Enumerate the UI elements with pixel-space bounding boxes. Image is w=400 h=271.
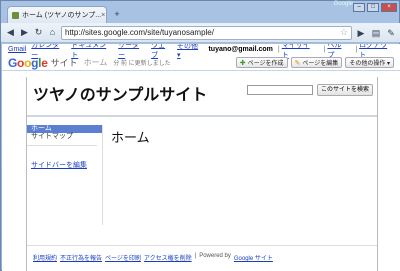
- gbar-link-more[interactable]: その他 ▾: [177, 44, 203, 59]
- forward-icon[interactable]: ▶: [19, 27, 30, 38]
- back-icon[interactable]: ◀: [5, 27, 16, 38]
- sidebar-item-sitemap[interactable]: サイトマップ: [27, 133, 102, 141]
- address-bar[interactable]: http://sites.google.com/site/tuyanosampl…: [61, 25, 352, 40]
- page-menu-icon[interactable]: ▤: [370, 27, 382, 39]
- footer-powered-by: Powered by: [199, 253, 231, 259]
- google-logo[interactable]: Google: [8, 56, 48, 70]
- sidebar: ホーム サイトマップ サイドバーを編集: [27, 125, 103, 225]
- page-content: Gmail カレンダー ドキュメント リーダー ウェブ その他 ▾ tuyano…: [2, 44, 400, 271]
- sidebar-item-home[interactable]: ホーム: [27, 125, 102, 133]
- footer-separator: |: [194, 253, 197, 259]
- browser-toolbar: ◀ ▶ ↻ ⌂ http://sites.google.com/site/tuy…: [1, 23, 400, 43]
- wrench-icon[interactable]: ✎: [385, 27, 397, 39]
- footer-divider: [27, 245, 377, 246]
- sites-favicon-icon: [12, 11, 19, 19]
- sites-actions: ✚ ページを作成 ✎ ページを編集 その他の操作 ▾: [235, 57, 394, 68]
- site-footer: 利用規約 不正行為を報告 ページを印刷 アクセス権を削除 | Powered b…: [33, 253, 273, 262]
- window-controls: – □ ×: [353, 3, 397, 12]
- footer-print-page[interactable]: ページを印刷: [105, 253, 141, 262]
- page-title: ホーム: [111, 131, 150, 146]
- window-top-text: Google: [333, 1, 353, 7]
- pencil-icon: ✎: [294, 59, 301, 67]
- new-tab-button[interactable]: +: [111, 9, 123, 20]
- sites-product-name: サイト: [50, 58, 78, 68]
- go-icon[interactable]: ▶: [355, 27, 367, 39]
- tab-title: ホーム (ツヤノのサンプ...: [22, 12, 102, 19]
- user-email: tuyano@gmail.com: [208, 46, 273, 53]
- maximize-icon[interactable]: □: [367, 3, 379, 12]
- footer-report-abuse[interactable]: 不正行為を報告: [60, 253, 102, 262]
- current-page-name: ホーム: [83, 58, 108, 67]
- sidebar-divider: [27, 145, 97, 146]
- create-page-button[interactable]: ✚ ページを作成: [235, 57, 288, 68]
- bookmark-star-icon[interactable]: ☆: [340, 27, 348, 38]
- footer-google-sites[interactable]: Google サイト: [234, 253, 273, 262]
- site-search-input[interactable]: [247, 85, 313, 95]
- site-frame: ツヤノのサンプルサイト このサイトを検索 ホーム サイトマップ サイドバーを編集…: [26, 77, 378, 271]
- site-search-button[interactable]: このサイトを検索: [317, 84, 374, 96]
- edit-page-button[interactable]: ✎ ページを編集: [290, 57, 343, 68]
- tab-close-icon[interactable]: ×: [101, 12, 105, 19]
- minimize-icon[interactable]: –: [353, 3, 365, 12]
- google-bar: Gmail カレンダー ドキュメント リーダー ウェブ その他 ▾ tuyano…: [2, 44, 400, 59]
- edit-sidebar-link[interactable]: サイドバーを編集: [27, 160, 102, 170]
- footer-terms[interactable]: 利用規約: [33, 253, 57, 262]
- url-text: http://sites.google.com/site/tuyanosampl…: [65, 28, 214, 37]
- more-actions-button[interactable]: その他の操作 ▾: [345, 57, 394, 68]
- footer-remove-access[interactable]: アクセス権を削除: [144, 253, 192, 262]
- browser-window: ホーム (ツヤノのサンプ... × + Google – □ × ◀ ▶ ↻ ⌂…: [0, 0, 400, 271]
- header-divider: [27, 115, 377, 117]
- plus-icon: ✚: [239, 59, 246, 67]
- close-window-icon[interactable]: ×: [381, 3, 397, 12]
- updated-text: 分 前 に更新しました: [113, 61, 171, 67]
- home-icon[interactable]: ⌂: [47, 27, 58, 38]
- tab-strip: ホーム (ツヤノのサンプ... × + Google – □ ×: [1, 1, 400, 23]
- gbar-link-gmail[interactable]: Gmail: [8, 46, 26, 53]
- reload-icon[interactable]: ↻: [33, 27, 44, 38]
- tab-home[interactable]: ホーム (ツヤノのサンプ... ×: [7, 6, 107, 23]
- site-title[interactable]: ツヤノのサンプルサイト: [33, 81, 207, 105]
